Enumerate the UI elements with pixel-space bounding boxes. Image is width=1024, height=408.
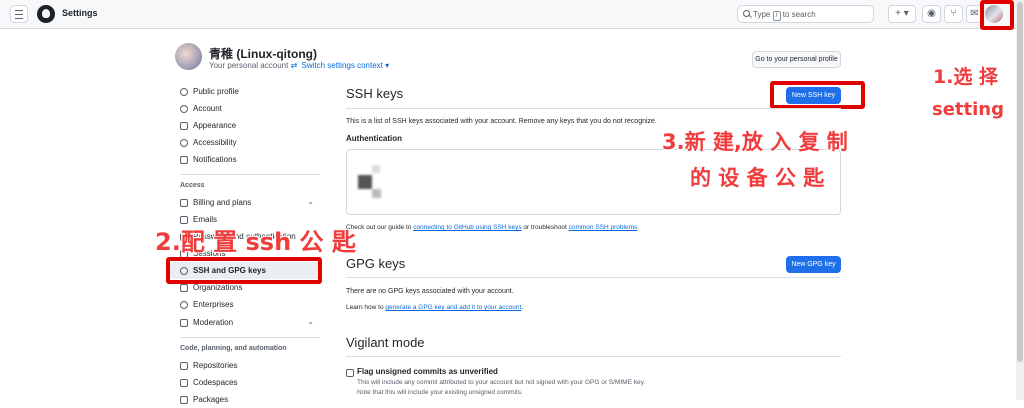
gpg-empty-text: There are no GPG keys associated with yo… xyxy=(346,288,514,295)
sidebar-item-public-profile[interactable]: Public profile xyxy=(170,83,320,100)
sidebar-item-codespaces[interactable]: Codespaces xyxy=(170,374,320,391)
sidebar-item-label: Appearance xyxy=(193,121,237,130)
account-type-text: Your personal account xyxy=(209,61,289,70)
guide-suffix: . xyxy=(637,224,640,231)
blurred-key-fingerprint xyxy=(372,165,380,173)
sidebar-item-label: Repositories xyxy=(193,361,238,370)
generate-gpg-key-link[interactable]: generate a GPG key and add it to your ac… xyxy=(385,304,521,311)
repo-icon xyxy=(180,362,188,370)
sidebar-item-label: Enterprises xyxy=(193,300,234,309)
profile-avatar xyxy=(175,43,202,70)
sidebar-item-appearance[interactable]: Appearance xyxy=(170,117,320,134)
learn-prefix: Learn how to xyxy=(346,304,384,311)
section-divider xyxy=(346,277,841,278)
search-placeholder-suffix: to search xyxy=(782,10,816,19)
blurred-key-fingerprint xyxy=(372,189,381,198)
credit-card-icon xyxy=(180,199,188,207)
highlight-new-ssh-key xyxy=(770,81,865,109)
profile-name: 青稚 (Linux-qitong) xyxy=(209,47,317,61)
profile-subtitle: Your personal account ⇄ Switch settings … xyxy=(209,61,389,70)
annotation-step1-line2: setting xyxy=(932,99,1004,120)
create-new-button[interactable]: + ▾ xyxy=(888,5,916,23)
sidebar-item-label: Billing and plans xyxy=(193,198,252,207)
annotation-step3-line1: 3.新 建,放 入 复 制 xyxy=(662,130,848,154)
scrollbar[interactable] xyxy=(1016,0,1024,400)
ssh-guide-text: Check out our guide to connecting to Git… xyxy=(346,224,639,231)
gear-icon xyxy=(180,105,188,113)
page-title: Settings xyxy=(62,8,98,18)
vigilant-desc-1: This will include any commit attributed … xyxy=(357,379,646,386)
search-shortcut-key: / xyxy=(772,11,781,21)
ssh-keys-heading: SSH keys xyxy=(346,86,404,101)
sidebar-heading-access: Access xyxy=(180,182,205,189)
sidebar-item-account[interactable]: Account xyxy=(170,100,320,117)
search-input[interactable]: Type / to search xyxy=(737,5,874,23)
sidebar-divider xyxy=(180,174,320,175)
new-gpg-key-button[interactable]: New GPG key xyxy=(786,256,841,273)
highlight-avatar xyxy=(980,0,1014,30)
section-divider xyxy=(346,356,841,357)
paintbrush-icon xyxy=(180,122,188,130)
report-icon xyxy=(180,319,188,327)
sidebar-item-accessibility[interactable]: Accessibility xyxy=(170,134,320,151)
vigilant-mode-heading: Vigilant mode xyxy=(346,335,425,350)
hamburger-menu-icon[interactable] xyxy=(10,5,28,23)
sidebar-item-label: Notifications xyxy=(193,155,237,164)
annotation-step3-line2: 的 设 备 公 匙 xyxy=(690,166,825,190)
pull-requests-icon[interactable]: ⑂ xyxy=(944,5,963,23)
switch-icon: ⇄ xyxy=(290,61,298,70)
common-ssh-problems-link[interactable]: common SSH problems xyxy=(569,224,638,231)
sidebar-item-label: Public profile xyxy=(193,87,239,96)
chevron-down-icon: ⌄ xyxy=(307,317,314,326)
search-placeholder-prefix: Type xyxy=(753,10,771,19)
person-icon xyxy=(180,88,188,96)
highlight-ssh-nav xyxy=(166,257,322,284)
sidebar-heading-code: Code, planning, and automation xyxy=(180,345,287,352)
accessibility-icon xyxy=(180,139,188,147)
organization-icon xyxy=(180,284,188,292)
go-to-profile-button[interactable]: Go to your personal profile xyxy=(752,51,841,68)
sidebar-item-repositories[interactable]: Repositories xyxy=(170,357,320,374)
vigilant-desc-2: Note that this will include your existin… xyxy=(357,389,523,396)
connecting-ssh-guide-link[interactable]: connecting to GitHub using SSH keys xyxy=(413,224,521,231)
sidebar-item-label: Account xyxy=(193,104,222,113)
issues-icon[interactable]: ◉ xyxy=(922,5,941,23)
switch-settings-context-link[interactable]: Switch settings context ▾ xyxy=(302,61,390,70)
sidebar-item-billing[interactable]: Billing and plans ⌄ xyxy=(170,194,320,211)
section-divider xyxy=(346,108,841,109)
codespaces-icon xyxy=(180,379,188,387)
sidebar-item-label: Codespaces xyxy=(193,378,238,387)
sidebar-item-label: Accessibility xyxy=(193,138,237,147)
flag-unsigned-commits-label[interactable]: Flag unsigned commits as unverified xyxy=(357,367,498,376)
sidebar-item-label: Organizations xyxy=(193,283,243,292)
gpg-learn-text: Learn how to generate a GPG key and add … xyxy=(346,304,523,311)
sidebar-item-enterprises[interactable]: Enterprises xyxy=(170,296,320,313)
chevron-down-icon: ⌄ xyxy=(307,197,314,206)
annotation-step2: 2.配 置 ssh 公 匙 xyxy=(155,228,356,256)
key-icon xyxy=(358,175,372,189)
package-icon xyxy=(180,396,188,404)
guide-middle: or troubleshoot xyxy=(523,224,567,231)
bell-icon xyxy=(180,156,188,164)
sidebar-item-moderation[interactable]: Moderation ⌄ xyxy=(170,314,320,331)
sidebar-item-label: Moderation xyxy=(193,318,234,327)
ssh-intro-text: This is a list of SSH keys associated wi… xyxy=(346,118,657,125)
gpg-keys-heading: GPG keys xyxy=(346,256,406,271)
sidebar-item-notifications[interactable]: Notifications xyxy=(170,151,320,168)
globe-icon xyxy=(180,301,188,309)
top-bar: Settings Type / to search + ▾ ◉ ⑂ ✉ xyxy=(0,0,1016,29)
authentication-keys-heading: Authentication xyxy=(346,134,402,143)
learn-suffix: . xyxy=(521,304,524,311)
sidebar-divider xyxy=(180,337,320,338)
annotation-step1-line1: 1.选 择 xyxy=(933,66,999,88)
github-logo-icon[interactable] xyxy=(37,5,55,23)
search-icon xyxy=(743,10,750,17)
flag-unsigned-commits-checkbox[interactable] xyxy=(346,369,354,377)
